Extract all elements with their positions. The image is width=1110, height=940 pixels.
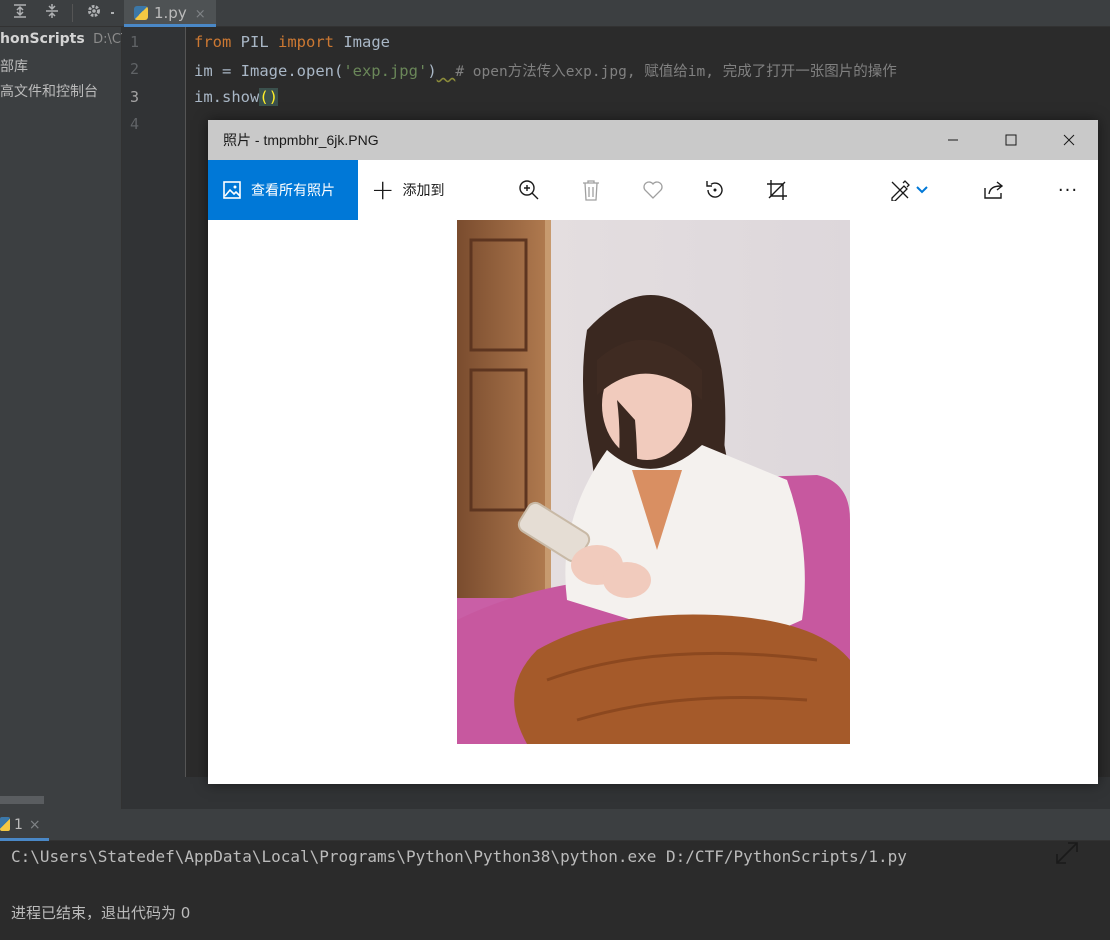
line-number: 1 bbox=[130, 33, 140, 51]
photo-gallery-icon bbox=[223, 181, 241, 199]
zoom-in-icon[interactable] bbox=[515, 176, 543, 204]
close-icon bbox=[1063, 134, 1075, 146]
code-line-2: im = Image.open('exp.jpg') # open方法传入exp… bbox=[194, 60, 897, 81]
console-command-line: C:\Users\Statedef\AppData\Local\Programs… bbox=[11, 847, 907, 866]
code-line-1: from PIL import Image bbox=[194, 33, 390, 51]
project-item-scratches[interactable]: 高文件和控制台 bbox=[0, 81, 98, 101]
editor-tab-label: 1.py bbox=[154, 4, 187, 22]
window-title: 照片 - tmpmbhr_6jk.PNG bbox=[223, 132, 379, 148]
python-file-icon bbox=[134, 6, 148, 20]
maximize-window-button[interactable] bbox=[982, 120, 1040, 160]
project-root-name: honScripts bbox=[0, 31, 85, 47]
collapse-all-icon[interactable] bbox=[41, 3, 63, 23]
ide-toolbar: 1.py × bbox=[0, 0, 1110, 27]
code-text: ) bbox=[427, 62, 437, 80]
code-comment: # open方法传入exp.jpg, 赋值给im, 完成了打开一张图片的操作 bbox=[455, 64, 897, 80]
rotate-icon[interactable] bbox=[701, 176, 729, 204]
photos-app-window: 照片 - tmpmbhr_6jk.PNG 查看所有照片 + 添加到 ··· bbox=[208, 120, 1098, 864]
close-tab-icon[interactable]: × bbox=[195, 7, 206, 22]
photos-titlebar[interactable]: 照片 - tmpmbhr_6jk.PNG bbox=[208, 120, 1098, 160]
close-run-tab-icon[interactable]: × bbox=[29, 817, 41, 833]
code-text: im = Image.open( bbox=[194, 62, 344, 80]
view-all-photos-button[interactable]: 查看所有照片 bbox=[208, 160, 358, 220]
close-window-button[interactable] bbox=[1040, 120, 1098, 160]
share-icon[interactable] bbox=[980, 176, 1008, 204]
photos-command-bar: 查看所有照片 + 添加到 ··· bbox=[208, 160, 1098, 220]
photo-viewer-area[interactable] bbox=[208, 220, 1098, 864]
run-tab-label: 1 bbox=[14, 817, 23, 833]
delete-icon[interactable] bbox=[577, 176, 605, 204]
displayed-photo bbox=[457, 220, 850, 744]
keyword-import: import bbox=[278, 33, 334, 51]
photo-image bbox=[457, 220, 850, 744]
minimize-window-button[interactable] bbox=[924, 120, 982, 160]
string-literal: 'exp.jpg' bbox=[343, 62, 428, 80]
horizontal-scrollbar[interactable] bbox=[0, 796, 44, 804]
toolbar-divider bbox=[72, 4, 73, 22]
editor-tab-1py[interactable]: 1.py × bbox=[124, 0, 216, 27]
favorite-heart-icon[interactable] bbox=[639, 176, 667, 204]
line-number-gutter: 1 2 3 4 bbox=[122, 27, 186, 777]
plus-icon: + bbox=[371, 173, 395, 206]
line-number: 4 bbox=[130, 115, 140, 133]
fullscreen-expand-icon[interactable] bbox=[1054, 840, 1080, 866]
weak-warning-squiggle bbox=[437, 62, 456, 80]
import-name: Image bbox=[334, 33, 390, 51]
gear-icon[interactable] bbox=[83, 3, 105, 23]
project-root[interactable]: honScripts D:\CT bbox=[0, 31, 129, 47]
console-exit-line: 进程已结束，退出代码为 0 bbox=[11, 904, 191, 922]
line-number: 3 bbox=[130, 88, 140, 106]
project-panel: honScripts D:\CT 部库 高文件和控制台 bbox=[0, 27, 129, 809]
run-console[interactable]: C:\Users\Statedef\AppData\Local\Programs… bbox=[0, 841, 1110, 940]
chevron-down-icon[interactable] bbox=[914, 176, 930, 204]
minimize-panel-icon[interactable] bbox=[108, 3, 118, 23]
code-line-3: im.show() bbox=[194, 88, 278, 106]
project-item-libraries[interactable]: 部库 bbox=[0, 56, 28, 76]
edit-draw-icon[interactable] bbox=[886, 176, 914, 204]
add-to-label: 添加到 bbox=[402, 183, 445, 199]
matched-parens: () bbox=[259, 88, 278, 106]
code-text: im.show bbox=[194, 88, 260, 106]
keyword-from: from bbox=[194, 33, 232, 51]
maximize-icon bbox=[1005, 134, 1017, 146]
run-tab[interactable]: 1 × bbox=[0, 809, 49, 841]
module-name: PIL bbox=[231, 33, 278, 51]
more-options-icon[interactable]: ··· bbox=[1054, 176, 1082, 204]
add-to-button[interactable]: + 添加到 bbox=[371, 160, 444, 220]
run-panel-header: 1 × bbox=[0, 809, 1110, 841]
expand-all-icon[interactable] bbox=[9, 3, 31, 23]
line-number: 2 bbox=[130, 60, 140, 78]
crop-icon[interactable] bbox=[763, 176, 791, 204]
view-all-label: 查看所有照片 bbox=[251, 183, 335, 199]
python-run-icon bbox=[0, 817, 10, 831]
minimize-icon bbox=[948, 139, 958, 141]
